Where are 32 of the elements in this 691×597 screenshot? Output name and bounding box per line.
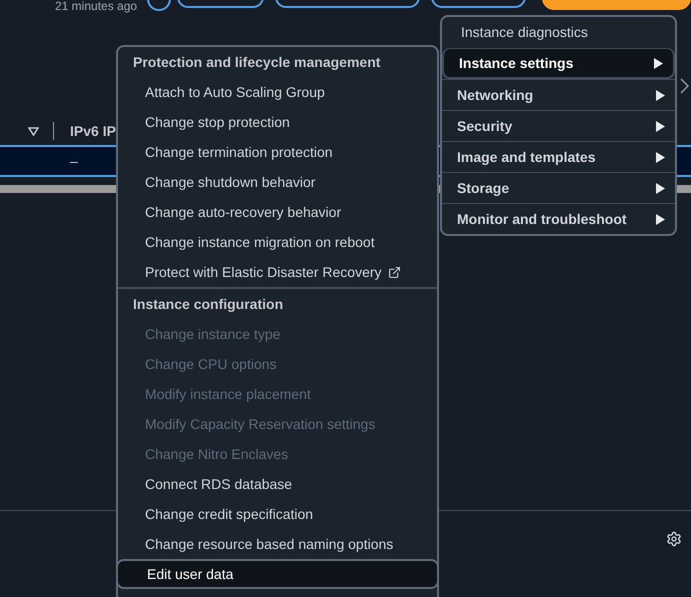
menu-item[interactable]: Connect RDS database: [118, 469, 437, 499]
caret-right-icon: [656, 182, 665, 194]
menu-item[interactable]: Change stop protection: [118, 107, 437, 137]
menu-item[interactable]: Change instance migration on reboot: [118, 227, 437, 257]
menu-item[interactable]: Change resource based naming options: [118, 529, 437, 559]
menu-item[interactable]: Storage: [442, 172, 675, 203]
caret-right-icon: [656, 152, 665, 162]
menu-item[interactable]: Monitor and troubleshoot: [442, 203, 675, 234]
menu-item[interactable]: Instance diagnostics: [442, 17, 675, 48]
settings-icon[interactable]: [666, 531, 682, 547]
timestamp: 21 minutes ago: [55, 0, 138, 15]
menu-item[interactable]: Image and templates: [442, 141, 675, 172]
menu-item[interactable]: Protect with Elastic Disaster Recovery: [118, 257, 437, 287]
column-header[interactable]: IPv6 IP: [70, 120, 116, 142]
caret-right-icon: [656, 120, 665, 132]
menu-item[interactable]: Change auto-recovery behavior: [118, 197, 437, 227]
menu-item[interactable]: Attach to Auto Scaling Group: [118, 77, 437, 107]
menu-item[interactable]: Security: [442, 110, 675, 141]
table-cell-text: –: [70, 152, 78, 170]
menu-item[interactable]: Networking: [442, 79, 675, 110]
menu-item[interactable]: Instance settings: [442, 48, 675, 79]
menu-item[interactable]: Edit user data: [116, 559, 439, 589]
chevron-right-icon[interactable]: [680, 78, 689, 94]
group-heading: Instance configuration: [133, 294, 284, 314]
menu-item[interactable]: Change shutdown behavior: [118, 167, 437, 197]
caret-right-icon: [656, 214, 665, 224]
filter-icon[interactable]: [28, 126, 39, 136]
caret-right-icon: [654, 58, 663, 68]
caret-right-icon: [656, 90, 665, 100]
group-heading: Protection and lifecycle management: [133, 52, 380, 72]
menu-item[interactable]: Change credit specification: [118, 499, 437, 529]
menu-item[interactable]: Change termination protection: [118, 137, 437, 167]
